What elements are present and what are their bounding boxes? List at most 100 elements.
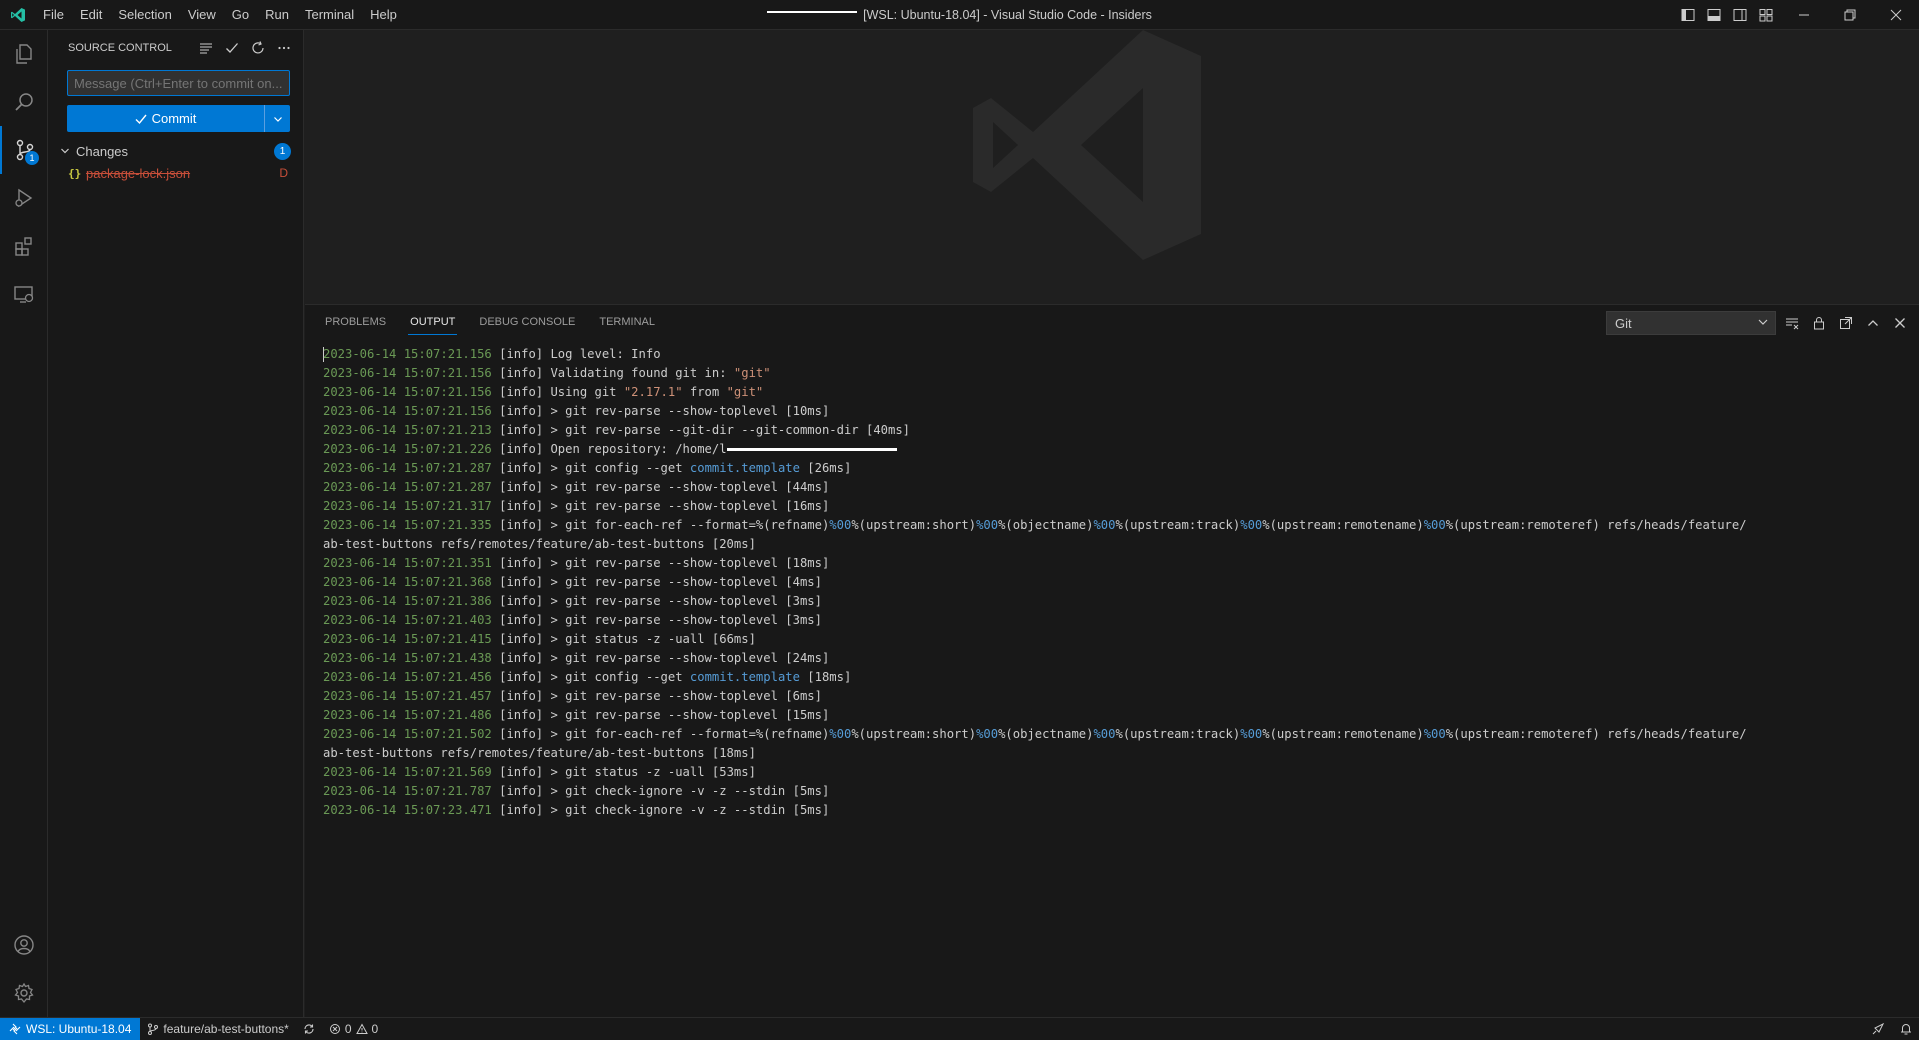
output-line: 2023-06-14 15:07:21.317 [info] > git rev…: [323, 497, 1899, 516]
menu-selection[interactable]: Selection: [110, 0, 179, 30]
sync-icon: [304, 1024, 314, 1034]
feedback-icon[interactable]: [1871, 1022, 1885, 1036]
log-text: [info] > git status -z -uall [53ms]: [491, 765, 756, 779]
view-as-list-icon[interactable]: [197, 39, 215, 57]
commit-message-input[interactable]: [67, 70, 290, 96]
log-text: %(upstream:remoteref) refs/heads/feature…: [1445, 727, 1747, 741]
output-line: 2023-06-14 15:07:21.415 [info] > git sta…: [323, 630, 1899, 649]
tab-debug-console[interactable]: DEBUG CONSOLE: [467, 305, 587, 340]
sync-button[interactable]: [296, 1018, 322, 1040]
output-line: 2023-06-14 15:07:21.156 [info] Validatin…: [323, 364, 1899, 383]
tab-terminal[interactable]: TERMINAL: [587, 305, 667, 340]
log-text: [info] > git rev-parse --show-toplevel […: [491, 594, 822, 608]
remote-indicator[interactable]: WSL: Ubuntu-18.04: [0, 1018, 141, 1040]
commit-label: Commit: [151, 111, 197, 126]
menu-run[interactable]: Run: [257, 0, 297, 30]
minimize-icon[interactable]: [1781, 0, 1827, 30]
output-line: 2023-06-14 15:07:21.569 [info] > git sta…: [323, 763, 1899, 782]
window-controls: [1781, 0, 1919, 30]
commit-button[interactable]: Commit: [67, 105, 290, 132]
menu-go[interactable]: Go: [224, 0, 257, 30]
maximize-panel-icon[interactable]: [1864, 314, 1882, 332]
bottom-panel: PROBLEMS OUTPUT DEBUG CONSOLE TERMINAL Git …: [305, 304, 1919, 1017]
log-timestamp: 2023-06-14 15:07:21.386: [323, 594, 492, 608]
search-icon[interactable]: [0, 78, 48, 126]
menu-edit[interactable]: Edit: [72, 0, 110, 30]
warning-icon: [355, 1023, 368, 1034]
log-text: [info] Using git: [491, 385, 624, 399]
branch-indicator[interactable]: feature/ab-test-buttons*: [140, 1018, 295, 1040]
log-null-separator: %00: [1093, 518, 1116, 532]
close-panel-icon[interactable]: [1891, 314, 1909, 332]
log-timestamp: 2023-06-14 15:07:21.438: [323, 651, 492, 665]
menu-terminal[interactable]: Terminal: [297, 0, 362, 30]
notifications-bell-icon[interactable]: [1899, 1022, 1913, 1036]
file-status-deleted: D: [279, 166, 288, 180]
log-timestamp: 2023-06-14 15:07:21.351: [323, 556, 492, 570]
log-text: [info] > git rev-parse --show-toplevel […: [491, 499, 830, 513]
chevron-down-icon: [60, 146, 76, 156]
changed-file-item[interactable]: {} package-lock.json D: [48, 162, 303, 184]
commit-dropdown-button[interactable]: [264, 105, 290, 132]
activity-bar-bottom: [0, 921, 48, 1017]
remote-explorer-icon[interactable]: [0, 270, 48, 318]
commit-main-button[interactable]: Commit: [67, 105, 264, 132]
log-text: [info] > git status -z -uall [66ms]: [491, 632, 756, 646]
log-timestamp: 2023-06-14 15:07:21.787: [323, 784, 492, 798]
log-text: %(upstream:remoteref) refs/heads/feature…: [1445, 518, 1747, 532]
log-text: [info] > git for-each-ref --format=%(ref…: [491, 727, 830, 741]
log-text: [info] > git rev-parse --show-toplevel […: [491, 708, 830, 722]
run-debug-icon[interactable]: [0, 174, 48, 222]
log-timestamp: 2023-06-14 15:07:21.317: [323, 499, 492, 513]
log-text: [info] > git check-ignore -v -z --stdin …: [491, 803, 830, 817]
output-line: 2023-06-14 15:07:21.351 [info] > git rev…: [323, 554, 1899, 573]
check-icon: [135, 114, 147, 124]
chevron-down-icon: [273, 116, 282, 122]
extensions-icon[interactable]: [0, 222, 48, 270]
log-text: [info] > git rev-parse --show-toplevel […: [491, 480, 830, 494]
problems-indicator[interactable]: 0 0: [322, 1018, 385, 1040]
log-text: from: [682, 385, 727, 399]
output-channel-select[interactable]: Git: [1606, 311, 1776, 335]
menu-help[interactable]: Help: [362, 0, 405, 30]
panel-tabs: PROBLEMS OUTPUT DEBUG CONSOLE TERMINAL: [313, 305, 667, 340]
log-string: "git": [733, 366, 771, 380]
output-line: 2023-06-14 15:07:21.787 [info] > git che…: [323, 782, 1899, 801]
restore-icon[interactable]: [1827, 0, 1873, 30]
customize-layout-icon[interactable]: [1756, 5, 1776, 25]
log-string: "git": [726, 385, 764, 399]
output-line: 2023-06-14 15:07:21.403 [info] > git rev…: [323, 611, 1899, 630]
close-window-icon[interactable]: [1873, 0, 1919, 30]
open-in-editor-icon[interactable]: [1837, 314, 1855, 332]
toggle-primary-sidebar-icon[interactable]: [1678, 5, 1698, 25]
activity-bar: 1: [0, 30, 48, 1017]
tab-output[interactable]: OUTPUT: [398, 305, 467, 340]
clear-output-icon[interactable]: [1783, 314, 1801, 332]
explorer-icon[interactable]: [0, 30, 48, 78]
changes-group[interactable]: Changes 1: [48, 140, 303, 162]
accounts-icon[interactable]: [0, 921, 48, 969]
toggle-panel-icon[interactable]: [1704, 5, 1724, 25]
output-line: 2023-06-14 15:07:21.335 [info] > git for…: [323, 516, 1899, 535]
error-icon: [329, 1024, 340, 1034]
output-line: 2023-06-14 15:07:21.386 [info] > git rev…: [323, 592, 1899, 611]
log-text: [info] > git config --get: [491, 461, 690, 475]
warning-count: 0: [371, 1022, 379, 1036]
commit-check-icon[interactable]: [223, 39, 241, 57]
toggle-secondary-sidebar-icon[interactable]: [1730, 5, 1750, 25]
log-text: [info] > git rev-parse --show-toplevel […: [491, 404, 830, 418]
log-text: [info] > git check-ignore -v -z --stdin …: [491, 784, 830, 798]
log-string: "2.17.1": [623, 385, 683, 399]
refresh-icon[interactable]: [249, 39, 267, 57]
menu-view[interactable]: View: [180, 0, 224, 30]
manage-gear-icon[interactable]: [0, 969, 48, 1017]
menu-file[interactable]: File: [35, 0, 72, 30]
log-text: [info] Log level: Info: [491, 347, 661, 361]
output-line: 2023-06-14 15:07:21.287 [info] > git rev…: [323, 478, 1899, 497]
more-actions-icon[interactable]: [275, 39, 293, 57]
log-null-separator: %00: [1093, 727, 1116, 741]
lock-scroll-icon[interactable]: [1810, 314, 1828, 332]
tab-problems[interactable]: PROBLEMS: [313, 305, 398, 340]
source-control-icon[interactable]: 1: [0, 126, 48, 174]
log-text: [26ms]: [799, 461, 852, 475]
